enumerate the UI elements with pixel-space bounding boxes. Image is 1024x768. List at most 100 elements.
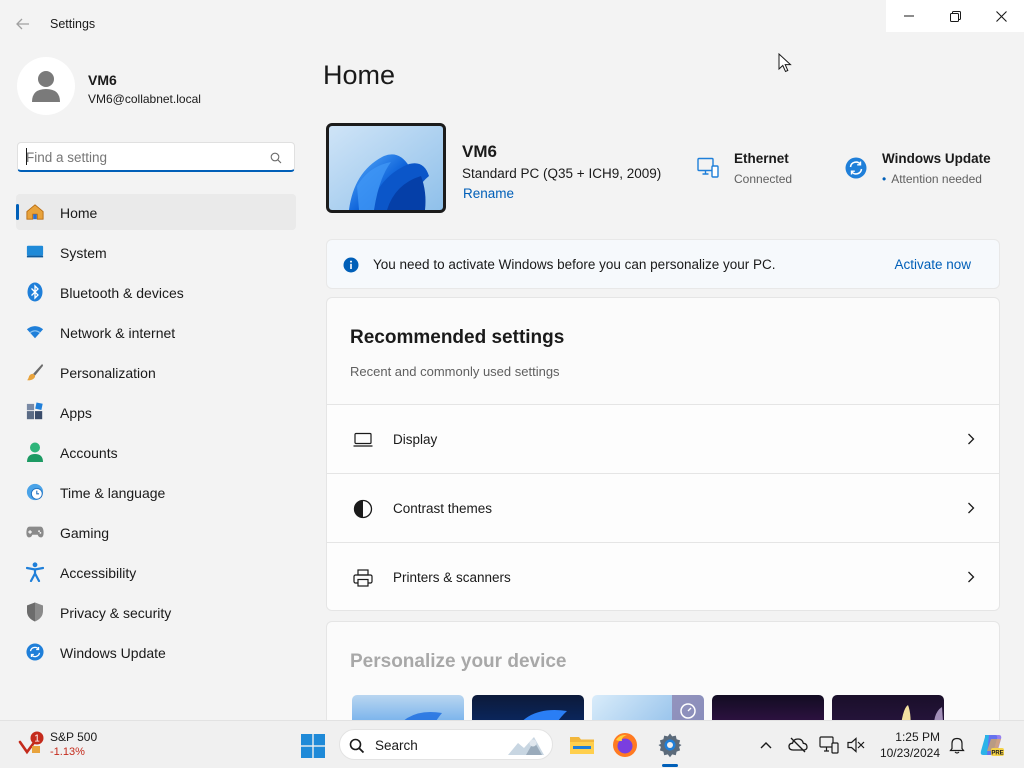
bluetooth-icon: [26, 282, 44, 302]
sidebar-item-label: Gaming: [60, 525, 110, 541]
ethernet-icon[interactable]: [697, 157, 719, 184]
shield-icon: [26, 602, 44, 622]
sidebar-item-label: Bluetooth & devices: [60, 285, 184, 301]
clock-date[interactable]: 10/23/2024: [870, 746, 940, 760]
activation-banner: You need to activate Windows before you …: [326, 239, 1000, 289]
recommended-item-contrast-themes[interactable]: Contrast themes: [327, 473, 999, 542]
clock-time[interactable]: 1:25 PM: [880, 730, 940, 744]
active-app-indicator: [662, 764, 678, 767]
title-bar: Settings: [0, 0, 1024, 48]
settings-search: [17, 142, 295, 172]
stock-name[interactable]: S&P 500: [50, 730, 97, 744]
info-icon: [343, 257, 359, 278]
accessibility-icon: [26, 562, 44, 582]
recommended-item-printers[interactable]: Printers & scanners: [327, 542, 999, 610]
system-icon: [26, 243, 44, 261]
text-caret: [26, 148, 27, 165]
sidebar-item-system[interactable]: System: [16, 234, 296, 270]
sidebar-item-bluetooth[interactable]: Bluetooth & devices: [16, 274, 296, 310]
back-arrow-icon: [16, 18, 29, 30]
sidebar-item-time-language[interactable]: Time & language: [16, 474, 296, 510]
back-button[interactable]: [8, 10, 38, 38]
notification-bell-icon[interactable]: [947, 735, 967, 755]
sidebar-nav: Home System Bluetooth & devices Network …: [16, 194, 296, 674]
device-name: VM6: [462, 142, 497, 161]
sidebar-item-apps[interactable]: Apps: [16, 394, 296, 430]
onedrive-offline-icon[interactable]: [788, 735, 808, 755]
network-icon[interactable]: [819, 735, 839, 755]
apps-icon: [26, 402, 44, 421]
minimize-icon: [904, 15, 914, 17]
clock-globe-icon: [26, 483, 44, 501]
firefox-icon[interactable]: [611, 731, 639, 759]
page-title: Home: [323, 60, 396, 90]
rename-link[interactable]: Rename: [463, 186, 514, 201]
taskbar-search-label: Search: [375, 738, 418, 753]
sidebar-item-label: Network & internet: [60, 325, 176, 341]
search-icon[interactable]: [270, 151, 282, 169]
user-icon: [32, 71, 60, 102]
sidebar-item-network[interactable]: Network & internet: [16, 314, 296, 350]
windows-logo-icon: [301, 734, 325, 758]
copilot-icon[interactable]: PRE: [979, 733, 1005, 757]
window-controls: [886, 0, 1024, 32]
sidebar-item-gaming[interactable]: Gaming: [16, 514, 296, 550]
accounts-icon: [26, 442, 44, 462]
sidebar-item-label: Apps: [60, 405, 92, 421]
brush-icon: [26, 363, 44, 381]
status-dot: •: [882, 172, 887, 186]
ethernet-status: Connected: [734, 172, 793, 186]
sidebar-item-label: System: [60, 245, 107, 261]
mouse-cursor-icon: [778, 52, 792, 78]
wifi-icon: [26, 323, 44, 341]
volume-muted-icon[interactable]: [846, 735, 866, 755]
device-thumbnail: [326, 123, 446, 213]
minimize-button[interactable]: [886, 0, 932, 32]
search-icon: [349, 738, 365, 759]
activate-now-button[interactable]: Activate now: [894, 257, 971, 272]
recommended-item-label: Contrast themes: [393, 501, 493, 516]
windows-update-title[interactable]: Windows Update: [882, 151, 991, 166]
sidebar-item-label: Time & language: [60, 485, 166, 501]
sidebar-item-label: Personalization: [60, 365, 156, 381]
wallpaper-bloom-image: [329, 126, 443, 210]
recommended-settings-card: Recommended settings Recent and commonly…: [326, 297, 1000, 611]
sidebar-item-label: Accounts: [60, 445, 118, 461]
widget-badge: 1: [34, 734, 40, 745]
close-button[interactable]: [978, 0, 1024, 32]
sidebar-item-home[interactable]: Home: [16, 194, 296, 230]
search-input[interactable]: [26, 148, 256, 166]
recommended-item-label: Printers & scanners: [393, 570, 511, 585]
file-explorer-icon[interactable]: [568, 731, 596, 759]
recommended-title: Recommended settings: [350, 327, 565, 348]
restore-button[interactable]: [932, 0, 978, 32]
sidebar-item-privacy[interactable]: Privacy & security: [16, 594, 296, 630]
home-icon: [26, 203, 44, 221]
recommended-item-display[interactable]: Display: [327, 404, 999, 473]
sidebar-item-accessibility[interactable]: Accessibility: [16, 554, 296, 590]
stock-widget-icon[interactable]: 1: [18, 730, 46, 758]
sidebar-item-accounts[interactable]: Accounts: [16, 434, 296, 470]
avatar[interactable]: [17, 57, 75, 115]
contrast-icon: [352, 499, 374, 519]
start-button[interactable]: [301, 734, 325, 763]
sidebar-item-label: Windows Update: [60, 645, 166, 661]
windows-update-icon[interactable]: [845, 157, 867, 184]
sidebar-item-windows-update[interactable]: Windows Update: [16, 634, 296, 670]
search-highlight-image: [506, 733, 546, 762]
settings-app-icon[interactable]: [656, 731, 684, 759]
update-icon: [26, 643, 44, 661]
sidebar-item-label: Privacy & security: [60, 605, 172, 621]
sidebar-item-personalization[interactable]: Personalization: [16, 354, 296, 390]
taskbar: 1 S&P 500 -1.13% Search 1:25 PM 10/23/20…: [0, 720, 1024, 768]
sidebar-item-label: Accessibility: [60, 565, 137, 581]
chevron-right-icon: [967, 570, 975, 588]
sidebar-item-label: Home: [60, 205, 98, 221]
stock-change[interactable]: -1.13%: [50, 746, 85, 758]
taskbar-search[interactable]: Search: [339, 729, 553, 760]
windows-update-status-text: Attention needed: [891, 172, 982, 186]
printer-icon: [352, 568, 374, 588]
profile-name: VM6: [88, 72, 117, 88]
chevron-up-icon[interactable]: [756, 735, 776, 755]
ethernet-title[interactable]: Ethernet: [734, 151, 789, 166]
